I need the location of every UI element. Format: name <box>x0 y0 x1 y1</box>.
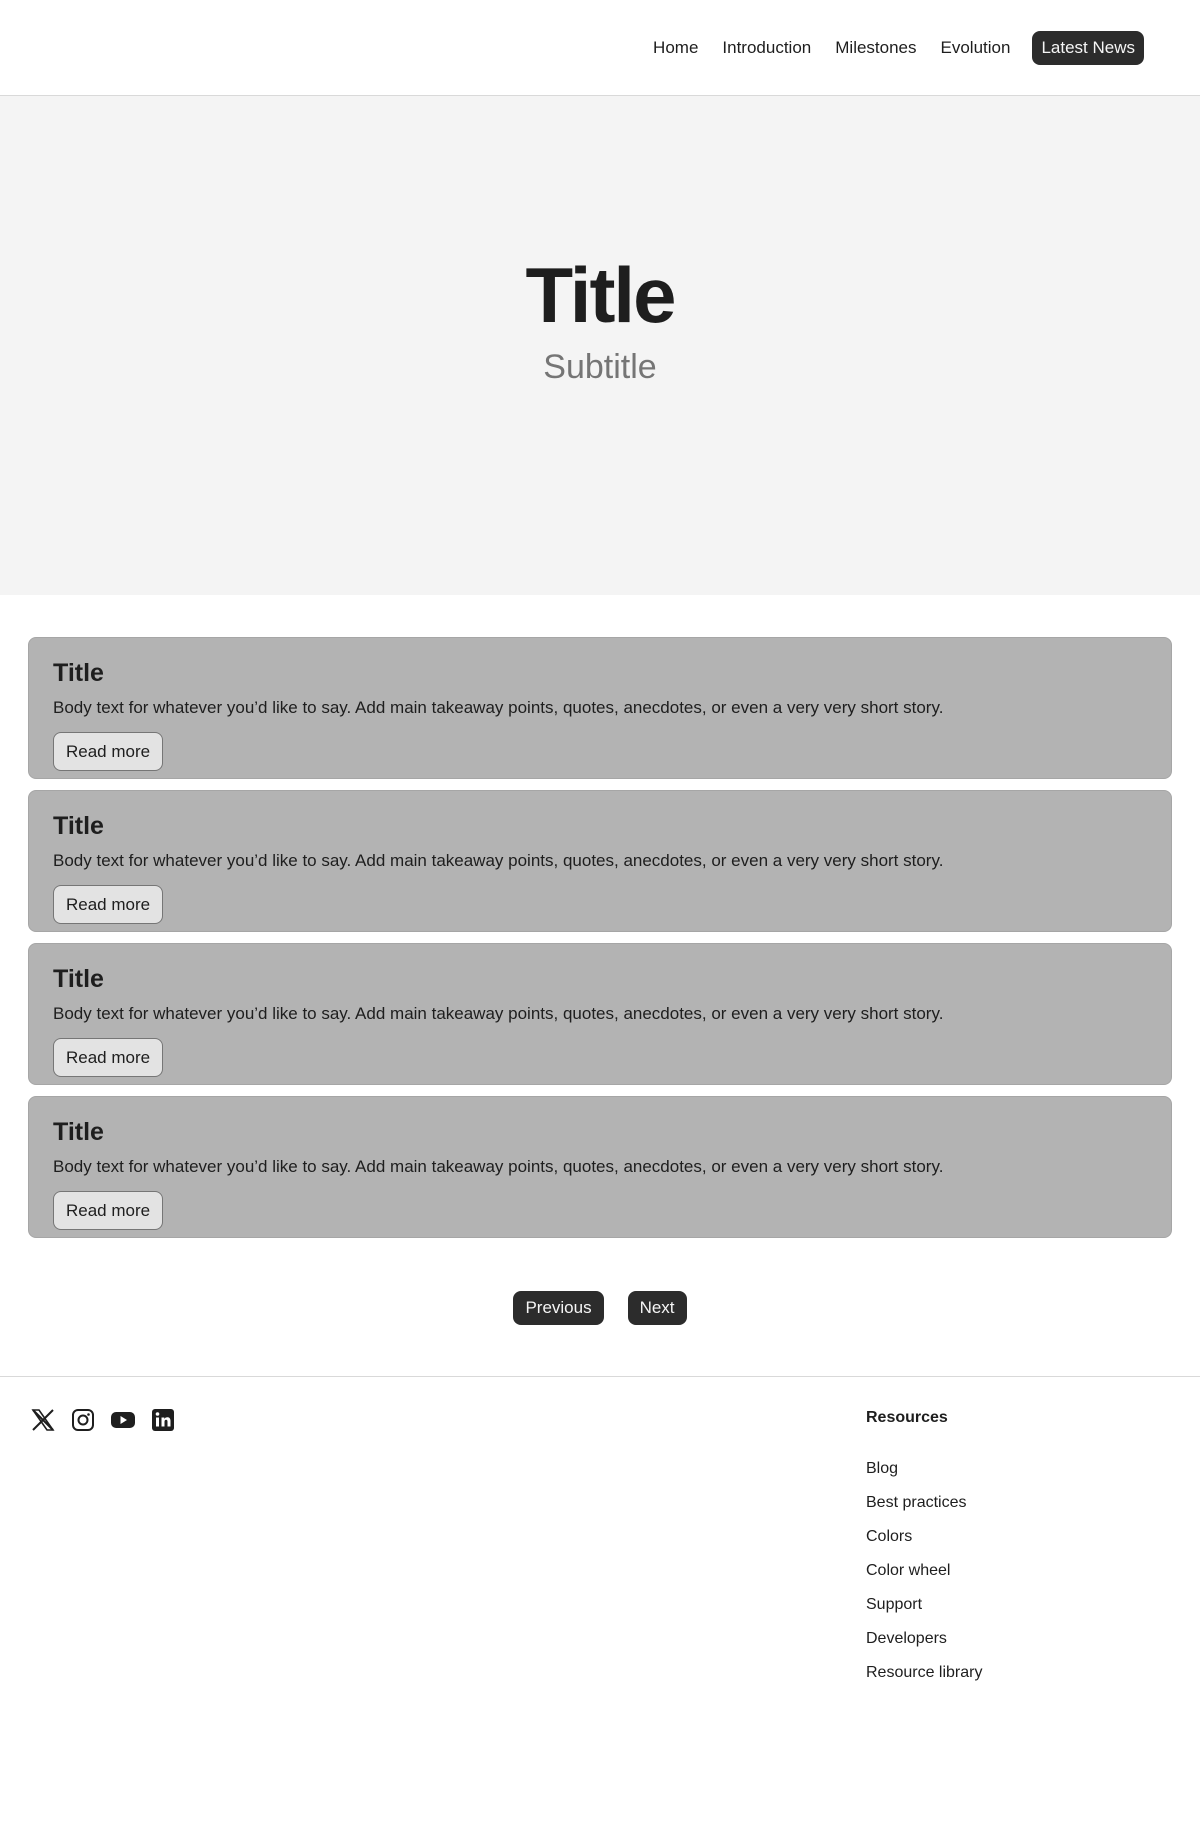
card: Title Body text for whatever you’d like … <box>28 943 1172 1085</box>
card-body: Body text for whatever you’d like to say… <box>53 1156 944 1176</box>
previous-button[interactable]: Previous <box>513 1291 604 1326</box>
nav-home[interactable]: Home <box>645 30 706 66</box>
footer: Resources Blog Best practices Colors Col… <box>0 1376 1200 1816</box>
card-list: Title Body text for whatever you’d like … <box>0 595 1200 1238</box>
card-title: Title <box>53 965 104 993</box>
instagram-icon[interactable] <box>70 1407 96 1433</box>
read-more-button[interactable]: Read more <box>53 1190 164 1230</box>
footer-link-resource-library[interactable]: Resource library <box>866 1663 982 1682</box>
social-links <box>30 1407 176 1433</box>
nav-latest-news[interactable]: Latest News <box>1032 30 1144 65</box>
footer-link-developers[interactable]: Developers <box>866 1629 982 1648</box>
footer-link-support[interactable]: Support <box>866 1595 982 1614</box>
pagination: Previous Next <box>0 1291 1200 1326</box>
footer-link-blog[interactable]: Blog <box>866 1459 982 1478</box>
card-title: Title <box>53 812 104 840</box>
x-icon[interactable] <box>30 1407 56 1433</box>
next-button[interactable]: Next <box>627 1291 687 1326</box>
nav-introduction[interactable]: Introduction <box>714 30 819 66</box>
hero-section: Title Subtitle <box>0 96 1200 595</box>
linkedin-icon[interactable] <box>150 1407 176 1433</box>
nav-evolution[interactable]: Evolution <box>933 30 1019 66</box>
resources-column: Resources Blog Best practices Colors Col… <box>866 1409 982 1697</box>
footer-link-best-practices[interactable]: Best practices <box>866 1493 982 1512</box>
card: Title Body text for whatever you’d like … <box>28 637 1172 779</box>
read-more-button[interactable]: Read more <box>53 884 164 924</box>
resources-heading: Resources <box>866 1409 948 1427</box>
card-body: Body text for whatever you’d like to say… <box>53 850 944 870</box>
hero-subtitle: Subtitle <box>543 348 657 386</box>
footer-link-colors[interactable]: Colors <box>866 1527 982 1546</box>
footer-link-color-wheel[interactable]: Color wheel <box>866 1561 982 1580</box>
hero-title: Title <box>525 251 677 339</box>
nav-milestones[interactable]: Milestones <box>827 30 924 66</box>
card-body: Body text for whatever you’d like to say… <box>53 697 944 717</box>
main-nav: Home Introduction Milestones Evolution L… <box>645 30 1144 66</box>
card-title: Title <box>53 1118 104 1146</box>
top-header: Home Introduction Milestones Evolution L… <box>0 0 1200 96</box>
card: Title Body text for whatever you’d like … <box>28 1096 1172 1238</box>
read-more-button[interactable]: Read more <box>53 1037 164 1077</box>
card-title: Title <box>53 659 104 687</box>
card-body: Body text for whatever you’d like to say… <box>53 1003 944 1023</box>
card: Title Body text for whatever you’d like … <box>28 790 1172 932</box>
youtube-icon[interactable] <box>110 1407 136 1433</box>
read-more-button[interactable]: Read more <box>53 731 164 771</box>
